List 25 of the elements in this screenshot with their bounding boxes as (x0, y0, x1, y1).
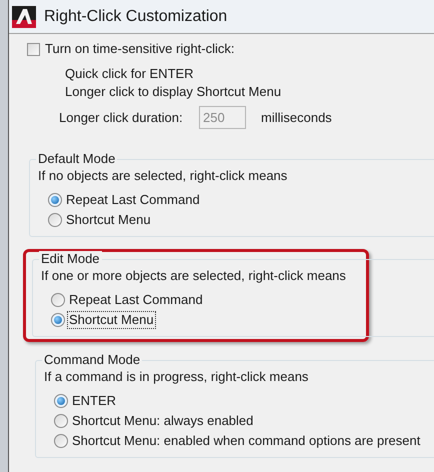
radio-button[interactable] (54, 394, 68, 408)
radio-label: Repeat Last Command (65, 192, 201, 208)
radio-button[interactable] (51, 313, 65, 327)
checkbox-label: Turn on time-sensitive right-click: (45, 41, 235, 57)
radio-button[interactable] (51, 293, 65, 307)
info-text: Quick click for ENTER (65, 66, 194, 82)
radio-label: ENTER (71, 393, 118, 409)
info-text: Longer click to display Shortcut Menu (65, 84, 282, 100)
radio-label: Shortcut Menu: always enabled (71, 413, 254, 429)
group-description: If one or more objects are selected, right-click means (41, 268, 346, 284)
radio-button[interactable] (54, 414, 68, 428)
app-logo-icon (12, 6, 36, 28)
radio-button[interactable] (48, 193, 62, 207)
radio-button[interactable] (48, 213, 62, 227)
checkbox[interactable] (27, 42, 40, 56)
group-description: If a command is in progress, right-click means (44, 369, 308, 385)
duration-label: Longer click duration: (59, 110, 184, 126)
radio-label: Repeat Last Command (68, 292, 204, 308)
radio-label: Shortcut Menu: enabled when command options are present (71, 433, 422, 449)
window-title: Right-Click Customization (44, 8, 228, 24)
radio-button[interactable] (54, 434, 68, 448)
group-description: If no objects are selected, right-click means (38, 168, 288, 184)
radio-label: Shortcut Menu (68, 312, 155, 328)
radio-label: Shortcut Menu (65, 212, 152, 228)
unit-label: milliseconds (261, 110, 332, 126)
